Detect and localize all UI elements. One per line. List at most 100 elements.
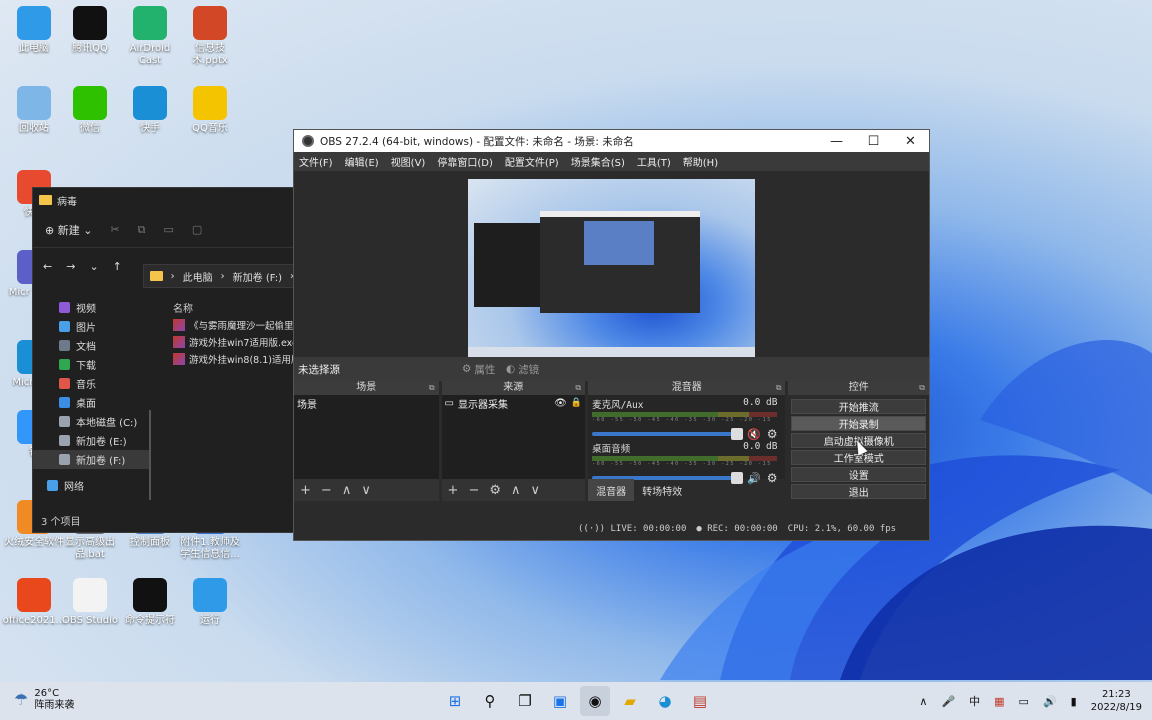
forward-icon[interactable]: →: [66, 260, 75, 273]
breadcrumb-item-pc[interactable]: 此电脑: [183, 269, 213, 284]
nav-item[interactable]: 新加卷 (F:): [33, 450, 151, 469]
paste-icon[interactable]: ▭: [164, 223, 174, 236]
menu-item[interactable]: 帮助(H): [683, 154, 718, 169]
move-down-icon[interactable]: ∨: [361, 483, 371, 498]
cut-icon[interactable]: ✂: [110, 223, 119, 236]
desktop-icon[interactable]: 快手: [118, 86, 182, 135]
desktop-icon[interactable]: OBS Studio: [58, 578, 122, 627]
menu-item[interactable]: 工具(T): [637, 154, 671, 169]
back-icon[interactable]: ←: [43, 260, 52, 273]
control-button[interactable]: 设置: [791, 467, 926, 482]
menu-item[interactable]: 配置文件(P): [505, 154, 559, 169]
file-row[interactable]: 游戏外挂win8(8.1)适用版: [169, 350, 295, 367]
task-view-icon[interactable]: ❐: [510, 686, 540, 716]
nav-item[interactable]: 视频: [33, 298, 151, 317]
desktop-icon[interactable]: 腾讯QQ: [58, 6, 122, 55]
app-icon[interactable]: ▤: [685, 686, 715, 716]
desktop-icon[interactable]: 信息技术.pptx: [178, 6, 242, 67]
nav-item[interactable]: 新加卷 (E:): [33, 431, 151, 450]
battery-icon[interactable]: ▮: [1071, 695, 1077, 708]
tab-mixer[interactable]: 混音器: [588, 479, 635, 501]
desktop-icon[interactable]: 命令提示符: [118, 578, 182, 627]
explorer-titlebar[interactable]: 病毒: [33, 188, 293, 212]
slider-handle[interactable]: [730, 428, 743, 440]
file-explorer-icon[interactable]: ▰: [615, 686, 645, 716]
menu-item[interactable]: 停靠窗口(D): [437, 154, 493, 169]
minimize-icon[interactable]: —: [818, 134, 855, 149]
address-bar[interactable]: › 此电脑 › 新加卷 (F:) ›: [143, 264, 295, 288]
network-icon[interactable]: ▭: [1019, 695, 1029, 708]
filters-button[interactable]: ◐ 滤镜: [506, 359, 539, 379]
close-icon[interactable]: ✕: [892, 134, 929, 149]
add-icon[interactable]: +: [300, 483, 311, 498]
clock[interactable]: 21:23 2022/8/19: [1091, 688, 1142, 714]
undock-icon[interactable]: ⧉: [776, 381, 782, 395]
remove-icon[interactable]: −: [468, 483, 479, 498]
search-icon[interactable]: ⚲: [475, 686, 505, 716]
start-icon[interactable]: ⊞: [440, 686, 470, 716]
breadcrumb-item-drive[interactable]: 新加卷 (F:): [233, 269, 282, 284]
desktop-icon[interactable]: AirDroid Cast: [118, 6, 182, 67]
chevron-down-icon[interactable]: ⌄: [89, 260, 98, 273]
desktop-icon[interactable]: 此电脑: [2, 6, 66, 55]
scrollbar[interactable]: [149, 410, 151, 500]
app-tray-icon[interactable]: ▦: [994, 695, 1004, 708]
menu-item[interactable]: 场景集合(S): [571, 154, 625, 169]
control-button[interactable]: 开始录制: [791, 416, 926, 431]
nav-item[interactable]: 文档: [33, 336, 151, 355]
obs-taskbar-icon[interactable]: ◉: [580, 686, 610, 716]
nav-item[interactable]: 下载: [33, 355, 151, 374]
new-button[interactable]: ⊕ 新建 ⌄: [45, 222, 92, 238]
desktop-icon[interactable]: 运行: [178, 578, 242, 627]
preview-canvas[interactable]: [468, 179, 755, 357]
copy-icon[interactable]: ⧉: [138, 223, 146, 237]
source-item[interactable]: ▭ 显示器采集 👁 🔒: [442, 395, 586, 411]
nav-item[interactable]: 桌面: [33, 393, 151, 412]
control-button[interactable]: 退出: [791, 484, 926, 499]
control-button[interactable]: 开始推流: [791, 399, 926, 414]
menu-item[interactable]: 编辑(E): [345, 154, 379, 169]
undock-icon[interactable]: ⧉: [919, 381, 925, 395]
gear-icon[interactable]: ⚙: [489, 483, 501, 498]
chevron-up-icon[interactable]: ∧: [919, 695, 927, 708]
file-row[interactable]: 游戏外挂win7适用版.exe: [169, 333, 295, 350]
tab-transitions[interactable]: 转场特效: [634, 479, 690, 501]
obs-titlebar[interactable]: OBS 27.2.4 (64-bit, windows) - 配置文件: 未命名…: [294, 130, 929, 152]
menu-item[interactable]: 文件(F): [299, 154, 333, 169]
undock-icon[interactable]: ⧉: [575, 381, 581, 395]
file-explorer-window[interactable]: 病毒 ⊕ 新建 ⌄ ✂ ⧉ ▭ ▢ ← → ⌄ ↑ › 此电脑 › 新加卷 (F…: [32, 187, 295, 533]
visibility-icon[interactable]: 👁: [554, 398, 567, 409]
desktop-icon[interactable]: office2021...: [2, 578, 66, 627]
undock-icon[interactable]: ⧉: [429, 381, 435, 395]
add-icon[interactable]: +: [448, 483, 459, 498]
nav-item-network[interactable]: 网络: [47, 478, 84, 493]
desktop-icon[interactable]: QQ音乐: [178, 86, 242, 135]
volume-slider[interactable]: [592, 428, 743, 440]
desktop-icon[interactable]: 回收站: [2, 86, 66, 135]
properties-button[interactable]: ⚙ 属性: [462, 359, 495, 379]
remove-icon[interactable]: −: [321, 483, 332, 498]
rename-icon[interactable]: ▢: [192, 223, 202, 236]
nav-item[interactable]: 图片: [33, 317, 151, 336]
preview-area[interactable]: [294, 171, 929, 357]
speaker-icon[interactable]: 🔊: [1043, 695, 1057, 708]
menu-item[interactable]: 视图(V): [391, 154, 426, 169]
store-icon[interactable]: ▣: [545, 686, 575, 716]
nav-item[interactable]: 音乐: [33, 374, 151, 393]
maximize-icon[interactable]: ☐: [855, 134, 892, 149]
scene-item[interactable]: 场景: [294, 395, 439, 411]
ime-indicator[interactable]: 中: [969, 693, 980, 709]
move-up-icon[interactable]: ∧: [511, 483, 521, 498]
file-row[interactable]: 《与雾雨魔理沙一起偷里: [169, 316, 295, 333]
desktop-icon[interactable]: 微信: [58, 86, 122, 135]
move-down-icon[interactable]: ∨: [531, 483, 541, 498]
microphone-icon[interactable]: 🎤: [941, 695, 955, 708]
weather-widget[interactable]: ☂ 26°C 阵雨来袭: [14, 688, 74, 712]
muted-speaker-icon[interactable]: 🔇: [747, 428, 761, 441]
move-up-icon[interactable]: ∧: [342, 483, 352, 498]
nav-item[interactable]: 本地磁盘 (C:): [33, 412, 151, 431]
obs-window[interactable]: OBS 27.2.4 (64-bit, windows) - 配置文件: 未命名…: [293, 129, 930, 541]
column-header-name[interactable]: 名称: [169, 298, 295, 316]
up-icon[interactable]: ↑: [113, 260, 122, 273]
gear-icon[interactable]: ⚙: [767, 427, 778, 441]
